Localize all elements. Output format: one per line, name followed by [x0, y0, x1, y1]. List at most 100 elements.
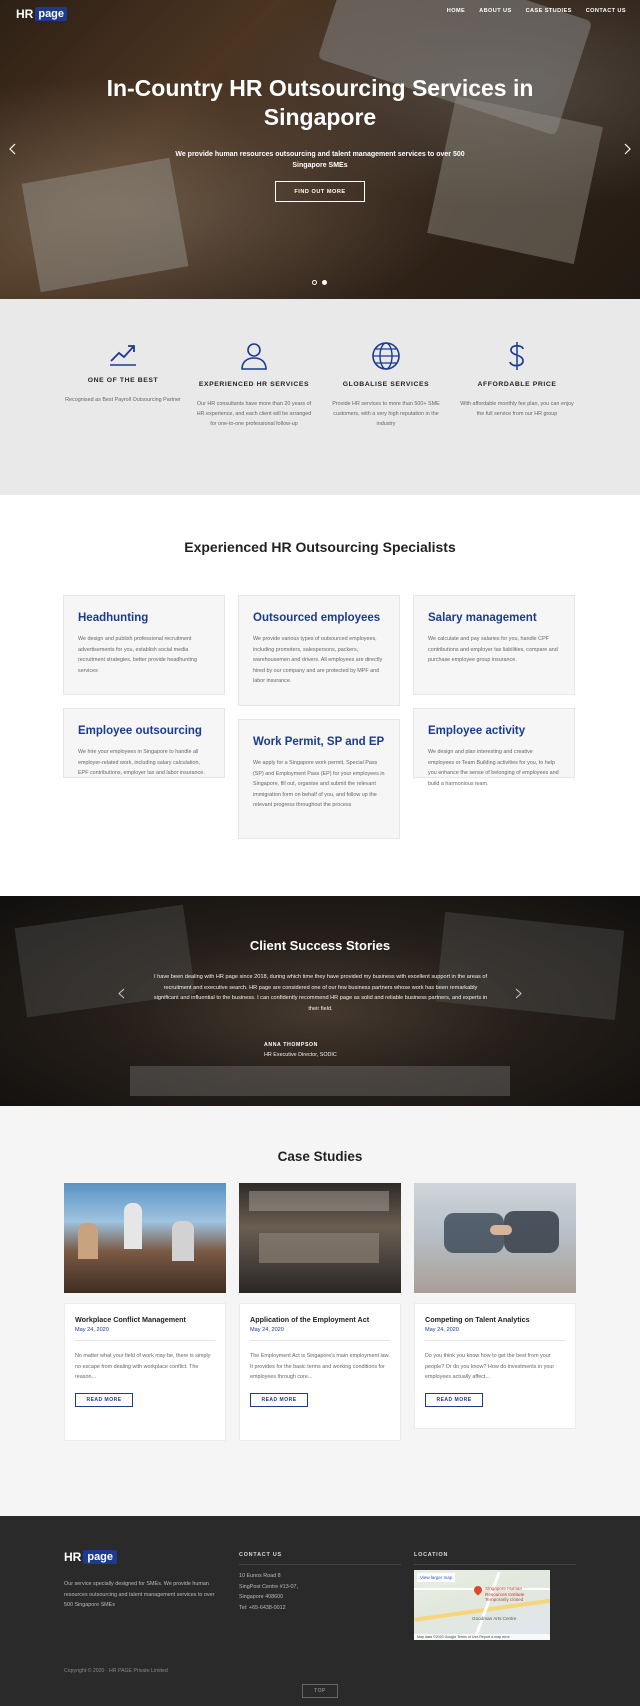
- service-card-headhunting[interactable]: Headhunting We design and publish profes…: [63, 595, 225, 695]
- user-icon: [241, 343, 267, 370]
- dollar-icon: [509, 342, 524, 370]
- map-place-label: Singapore Human Resources Institute Temp…: [485, 1586, 545, 1603]
- service-card-salary-management[interactable]: Salary management We calculate and pay s…: [413, 595, 575, 695]
- main-nav: HOME ABOUT US CASE STUDIES CONTACT US: [447, 8, 626, 14]
- feature-experienced-hr: EXPERIENCED HR SERVICES Our HR consultan…: [194, 341, 314, 429]
- slider-dot-1[interactable]: [312, 280, 317, 285]
- testimonial-author-name: ANNA THOMPSON: [264, 1042, 319, 1048]
- footer-about-text: Our service specially designed for SMEs.…: [64, 1581, 215, 1608]
- hero-slider: HR page HOME ABOUT US CASE STUDIES CONTA…: [0, 0, 640, 299]
- footer-logo[interactable]: HR page: [64, 1550, 118, 1564]
- footer-divider: [239, 1564, 401, 1565]
- case-study-title[interactable]: Competing on Talent Analytics: [425, 1315, 565, 1324]
- trend-up-icon: [110, 345, 136, 366]
- view-larger-map-link[interactable]: View larger map: [417, 1573, 456, 1582]
- service-card-outsourced-employees[interactable]: Outsourced employees We provide various …: [238, 595, 400, 706]
- phone-number[interactable]: Tel: +65-6438-0012: [239, 1603, 298, 1614]
- slider-dot-2[interactable]: [322, 280, 327, 285]
- testimonial-section: Client Success Stories I have been deali…: [0, 896, 640, 1106]
- case-study-title[interactable]: Workplace Conflict Management: [75, 1315, 215, 1324]
- case-study-date: May 24, 2020: [75, 1327, 215, 1341]
- hero-title: In-Country HR Outsourcing Services in Si…: [106, 75, 534, 130]
- case-study-card: Competing on Talent Analytics May 24, 20…: [414, 1183, 576, 1429]
- logo-hr-text: HR: [64, 1550, 82, 1564]
- service-card-employee-outsourcing[interactable]: Employee outsourcing We hire your employ…: [63, 708, 225, 778]
- feature-title: EXPERIENCED HR SERVICES: [198, 381, 310, 388]
- read-more-button[interactable]: READ MORE: [425, 1392, 483, 1407]
- globe-icon: [372, 342, 400, 370]
- map-pin-icon[interactable]: [472, 1584, 484, 1596]
- service-card-text: We hire your employees in Singapore to h…: [78, 749, 205, 776]
- case-study-date: May 24, 2020: [250, 1327, 390, 1341]
- chevron-left-icon[interactable]: [118, 988, 125, 1002]
- specialists-title: Experienced HR Outsourcing Specialists: [184, 539, 456, 555]
- nav-case-studies[interactable]: CASE STUDIES: [526, 8, 572, 14]
- address-line: Singapore 408600: [239, 1594, 284, 1600]
- case-study-card: Workplace Conflict Management May 24, 20…: [64, 1183, 226, 1441]
- service-card-title: Salary management: [428, 612, 537, 624]
- case-study-card: Application of the Employment Act May 24…: [239, 1183, 401, 1441]
- case-study-date: May 24, 2020: [425, 1327, 565, 1341]
- case-study-image-handshake[interactable]: [414, 1183, 576, 1293]
- map-attribution: Map data ©2020 Google Terms of Use Repor…: [414, 1634, 550, 1640]
- read-more-button[interactable]: READ MORE: [75, 1392, 133, 1407]
- nav-home[interactable]: HOME: [447, 8, 465, 14]
- feature-text: Our HR consultants have more than 20 yea…: [196, 401, 312, 427]
- site-footer: HR page Our service specially designed f…: [0, 1516, 640, 1706]
- service-card-title: Work Permit, SP and EP: [253, 736, 385, 748]
- service-card-text: We apply for a Singapore work permit, Sp…: [253, 760, 385, 808]
- footer-contact-address: 10 Eunos Road 8 SingPost Centre #13-07, …: [239, 1571, 298, 1613]
- testimonial-title: Client Success Stories: [249, 938, 391, 953]
- service-card-text: We design and plan interesting and creat…: [428, 749, 559, 787]
- slider-dots: [312, 280, 327, 285]
- read-more-button[interactable]: READ MORE: [250, 1392, 308, 1407]
- feature-title: ONE OF THE BEST: [87, 377, 159, 384]
- address-line: 10 Eunos Road 8: [239, 1573, 281, 1579]
- chevron-left-icon[interactable]: [8, 142, 16, 158]
- case-studies-title: Case Studies: [277, 1149, 363, 1164]
- footer-location-heading: LOCATION: [414, 1552, 449, 1558]
- case-study-excerpt: No matter what your field of work may be…: [75, 1353, 211, 1380]
- features-section: ONE OF THE BEST Recognised as Best Payro…: [0, 299, 640, 495]
- case-studies-section: Case Studies Workplace Conflict Manageme…: [0, 1106, 640, 1516]
- case-study-image-meeting[interactable]: [64, 1183, 226, 1293]
- chevron-right-icon[interactable]: [515, 988, 522, 1002]
- service-card-employee-activity[interactable]: Employee activity We design and plan int…: [413, 708, 575, 787]
- service-card-title: Employee outsourcing: [78, 725, 202, 737]
- find-out-more-button[interactable]: FIND OUT MORE: [275, 181, 365, 202]
- location-map[interactable]: View larger map Singapore Human Resource…: [414, 1570, 550, 1640]
- footer-divider: [414, 1564, 576, 1565]
- case-study-excerpt: Do you think you know how to get the bes…: [425, 1353, 555, 1380]
- logo-page-text: page: [35, 7, 68, 21]
- feature-affordable-price: AFFORDABLE PRICE With affordable monthly…: [457, 341, 577, 419]
- hero-subtitle: We provide human resources outsourcing a…: [175, 151, 465, 169]
- service-card-text: We provide various types of outsourced e…: [253, 636, 383, 684]
- service-card-text: We design and publish professional recru…: [78, 636, 197, 674]
- service-card-work-permit[interactable]: Work Permit, SP and EP We apply for a Si…: [238, 719, 400, 839]
- site-logo[interactable]: HR page: [16, 6, 68, 22]
- feature-title: GLOBALISE SERVICES: [342, 381, 430, 388]
- nav-about-us[interactable]: ABOUT US: [479, 8, 511, 14]
- feature-text: Provide HR services to more than 500+ SM…: [332, 401, 440, 427]
- back-to-top-button[interactable]: TOP: [302, 1684, 338, 1698]
- case-study-title[interactable]: Application of the Employment Act: [250, 1315, 390, 1324]
- feature-text: Recognised as Best Payroll Outsourcing P…: [65, 397, 181, 403]
- footer-contact-heading: CONTACT US: [239, 1552, 282, 1558]
- testimonial-quote: I have been dealing with HR page since 2…: [153, 974, 488, 1012]
- nav-contact-us[interactable]: CONTACT US: [586, 8, 626, 14]
- map-place-note: Temporarily closed: [485, 1597, 524, 1602]
- feature-one-of-the-best: ONE OF THE BEST Recognised as Best Payro…: [63, 341, 183, 405]
- service-card-title: Headhunting: [78, 612, 149, 624]
- map-landmark-label: Goodman Arts Centre: [472, 1616, 517, 1621]
- logo-page-text: page: [83, 1550, 118, 1564]
- case-study-image-office[interactable]: [239, 1183, 401, 1293]
- case-study-excerpt: The Employment Act is Singapore's main e…: [250, 1353, 390, 1380]
- feature-globalise-services: GLOBALISE SERVICES Provide HR services t…: [326, 341, 446, 429]
- service-card-text: We calculate and pay salaries for you, h…: [428, 636, 558, 663]
- feature-text: With affordable monthly fee plan, you ca…: [460, 401, 574, 417]
- copyright-text: Copyright © 2020 · HR PAGE Private Limit…: [64, 1668, 168, 1674]
- map-place-name: Singapore Human Resources Institute: [485, 1586, 525, 1597]
- chevron-right-icon[interactable]: [624, 142, 632, 158]
- service-card-title: Employee activity: [428, 725, 526, 737]
- feature-title: AFFORDABLE PRICE: [477, 381, 557, 388]
